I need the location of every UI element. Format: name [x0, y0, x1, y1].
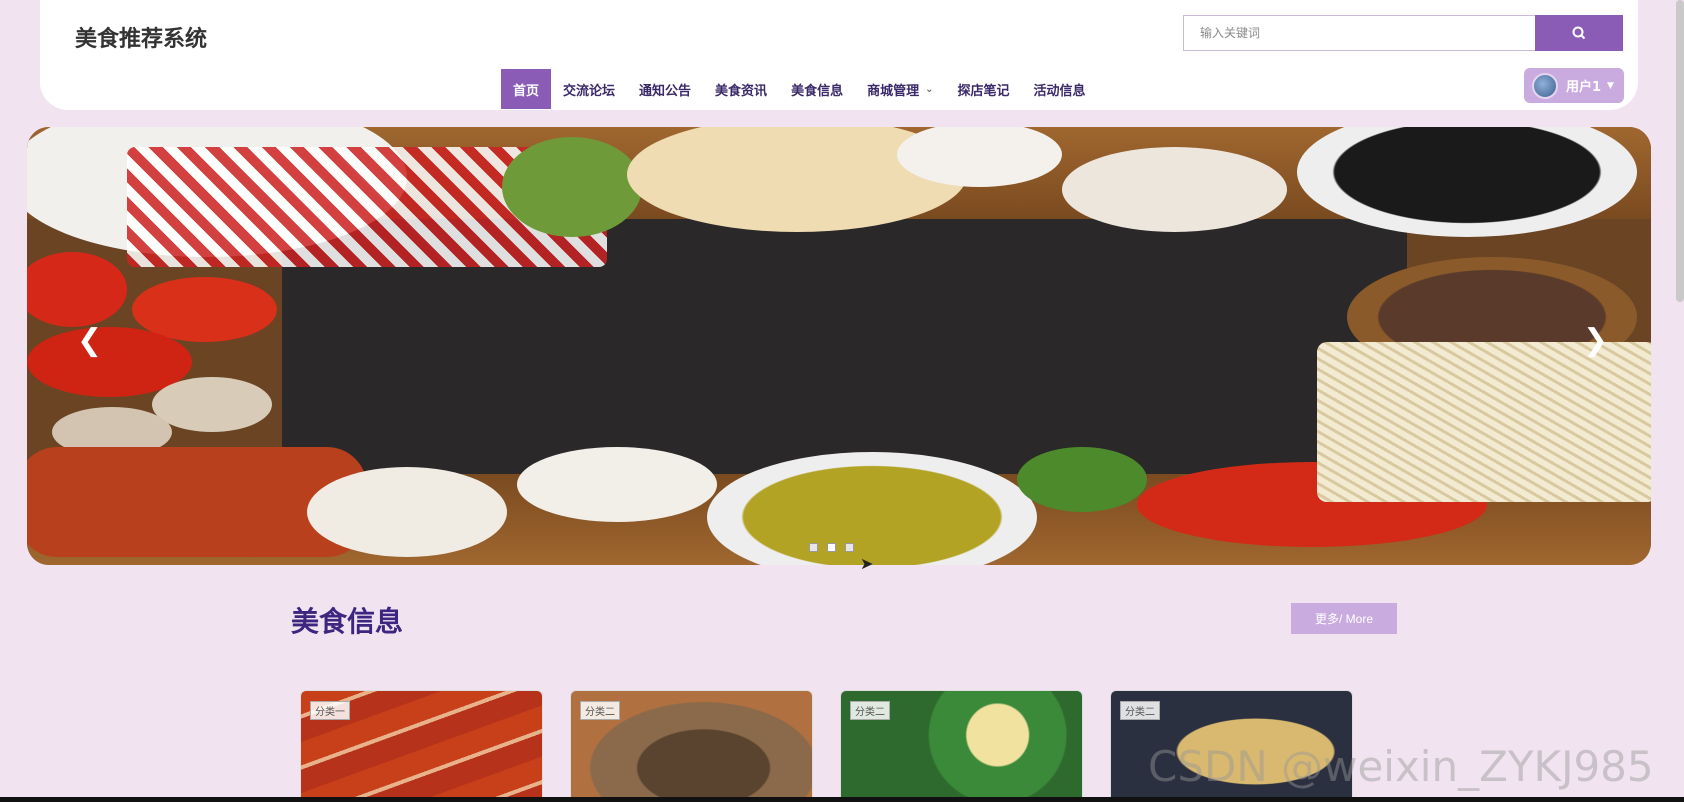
- carousel-dot[interactable]: [845, 543, 854, 552]
- nav-item-food-news[interactable]: 美食资讯: [703, 69, 779, 109]
- carousel-indicators: [809, 543, 854, 552]
- nav-item-forum[interactable]: 交流论坛: [551, 69, 627, 109]
- pasta-image: [1317, 342, 1651, 502]
- food-card[interactable]: 分类二: [840, 690, 1083, 802]
- nav-label: 商城管理: [867, 83, 920, 99]
- nav-item-mall[interactable]: 商城管理 ⌄: [855, 69, 945, 109]
- nav-item-home[interactable]: 首页: [501, 69, 552, 109]
- nav-item-notices[interactable]: 通知公告: [627, 69, 703, 109]
- search-button[interactable]: [1535, 15, 1623, 51]
- basil-image: [502, 137, 642, 237]
- category-tag: 分类二: [850, 701, 890, 720]
- mushroom-image: [307, 467, 507, 557]
- nav-label: 活动信息: [1033, 83, 1086, 99]
- main-nav: 首页 交流论坛 通知公告 美食资讯 美食信息 商城管理 ⌄ 探店笔记 活动信息: [501, 69, 1098, 109]
- nav-item-notes[interactable]: 探店笔记: [945, 69, 1021, 109]
- avatar-icon: [1532, 72, 1558, 99]
- mouse-cursor-icon: ➤: [860, 554, 874, 573]
- egg-image: [152, 377, 272, 432]
- carousel-dot[interactable]: [809, 543, 818, 552]
- category-tag: 分类二: [1120, 701, 1160, 720]
- chevron-right-icon: ❯: [1583, 323, 1609, 358]
- nav-label: 美食信息: [791, 83, 844, 99]
- search-input[interactable]: [1184, 16, 1535, 50]
- nav-item-food-info[interactable]: 美食信息: [779, 69, 855, 109]
- carousel-prev-button[interactable]: ❮: [77, 326, 102, 356]
- site-title: 美食推荐系统: [75, 27, 208, 52]
- banner-carousel: ❮ ❯: [27, 127, 1651, 565]
- user-menu-button[interactable]: 用户1 ▼: [1524, 68, 1624, 103]
- caret-down-icon: ▼: [1607, 80, 1614, 91]
- category-tag: 分类二: [580, 701, 620, 720]
- carousel-next-button[interactable]: ❯: [1583, 326, 1608, 356]
- tomato-image: [27, 252, 127, 327]
- page-scrollbar[interactable]: [1676, 0, 1684, 302]
- mushroom-image: [517, 447, 717, 522]
- nav-label: 通知公告: [639, 83, 692, 99]
- search-icon: [1572, 26, 1586, 40]
- watermark-text: CSDN @weixin_ZYKJ985: [1148, 742, 1654, 791]
- section-title: 美食信息: [291, 605, 404, 638]
- nav-label: 交流论坛: [563, 83, 616, 99]
- bottom-bar: [0, 797, 1684, 802]
- carousel-dot[interactable]: [827, 543, 836, 552]
- mushroom-image: [1062, 147, 1287, 232]
- nav-label: 探店笔记: [957, 83, 1010, 99]
- basil-image: [1017, 447, 1147, 512]
- chevron-down-icon: ⌄: [925, 83, 934, 95]
- more-button[interactable]: 更多/ More: [1291, 603, 1397, 634]
- chevron-left-icon: ❮: [77, 323, 103, 358]
- search-box: [1183, 15, 1535, 51]
- nav-label: 首页: [513, 83, 540, 99]
- user-label: 用户1: [1566, 80, 1602, 95]
- food-card[interactable]: 分类一: [300, 690, 543, 802]
- nav-item-activities[interactable]: 活动信息: [1022, 69, 1098, 109]
- food-card[interactable]: 分类二: [570, 690, 813, 802]
- nav-label: 美食资讯: [715, 83, 768, 99]
- category-tag: 分类一: [310, 701, 350, 720]
